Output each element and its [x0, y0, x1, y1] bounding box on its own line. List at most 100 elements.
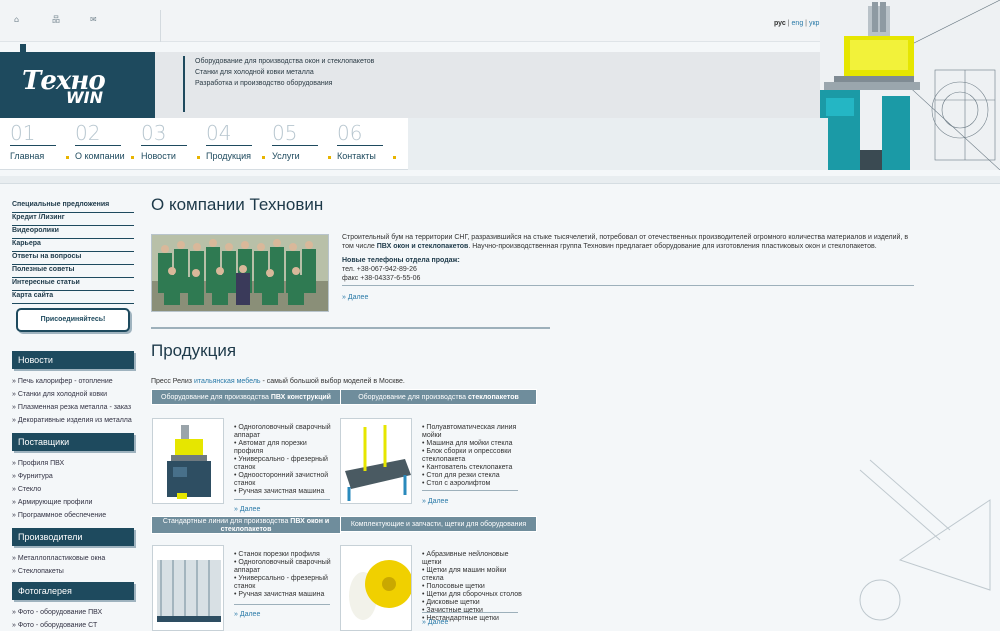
product-link[interactable]: Универсально - фрезерный станок — [234, 456, 334, 472]
product-link[interactable]: Одноосторонний зачистной станок — [234, 472, 334, 488]
sidebar-item-video[interactable]: Видеоролики — [12, 226, 134, 239]
product-link[interactable]: Стол для резки стекла — [422, 472, 522, 480]
lang-en[interactable]: eng — [792, 20, 804, 27]
more-link[interactable]: » Далее — [234, 611, 260, 618]
product-image-welder[interactable] — [152, 418, 224, 504]
category-text: Оборудование для производства — [358, 394, 469, 401]
product-image-brushes[interactable] — [340, 545, 412, 631]
products-title: Продукция — [151, 341, 237, 360]
welder-graphic — [167, 425, 211, 499]
product-link[interactable]: Полосовые щетки — [422, 583, 522, 591]
about-title: О компании Техновин — [151, 195, 324, 214]
nav-home[interactable]: 01 Главная — [10, 122, 70, 161]
nav-number: 06 — [337, 121, 363, 145]
press-link[interactable]: итальянская мебель — [194, 378, 261, 385]
sidebar-item-offers[interactable]: Специальные предложения — [12, 200, 134, 213]
category-text: Комплектующие и запчасти, щетки для обор… — [350, 521, 527, 528]
press-text: - самый большой выбор моделей в Москве. — [260, 378, 405, 385]
sidebar-item-tips[interactable]: Полезные советы — [12, 265, 134, 278]
news-link[interactable]: » Станки для холодной ковки — [12, 388, 134, 401]
category-pvc-header[interactable]: Оборудование для производства ПВХ констр… — [151, 389, 341, 405]
category-text: Оборудование для производства — [161, 394, 271, 401]
product-link[interactable]: Стол с аэролифтом — [422, 480, 522, 488]
press-text: Пресс Релиз — [151, 378, 194, 385]
nav-label: Контакты — [337, 151, 376, 161]
lang-ru[interactable]: рус — [774, 20, 786, 27]
product-link[interactable]: Ручная зачистная машина — [234, 488, 334, 496]
sidebar-item-career[interactable]: Карьера — [12, 239, 134, 252]
more-link[interactable]: » Далее — [422, 498, 448, 505]
suppliers-heading: Поставщики — [12, 433, 134, 451]
product-link[interactable]: Абразивные нейлоновые щетки — [422, 551, 522, 567]
header-divider — [0, 176, 1000, 184]
suppliers-list: » Профиля ПВХ » Фурнитура » Стекло » Арм… — [12, 457, 134, 522]
producer-link[interactable]: » Стеклопакеты — [12, 565, 134, 578]
nav-underline — [141, 145, 187, 146]
lang-ua[interactable]: укр — [809, 20, 819, 27]
gallery-link[interactable]: » Фото - оборудование ПВХ — [12, 606, 134, 619]
divider — [422, 490, 518, 491]
sidebar-item-credit[interactable]: Кредит /Лизинг — [12, 213, 134, 226]
gallery-link[interactable]: » Фото - оборудование СТ — [12, 619, 134, 631]
product-link[interactable]: Блок сборки и опрессовки стеклопакета — [422, 448, 522, 464]
product-link[interactable]: Зачистные щетки — [422, 607, 522, 615]
phone: тел. +38-067-942-89-26 — [342, 266, 417, 273]
supplier-link[interactable]: » Программное обеспечение — [12, 509, 134, 522]
drafting-tools-graphic — [859, 459, 991, 621]
nav-about[interactable]: 02 О компании — [75, 122, 135, 161]
product-link[interactable]: Щетки для сборочных столов — [422, 591, 522, 599]
product-link[interactable]: Одноголовочный сварочный аппарат — [234, 559, 334, 575]
category-glass-header[interactable]: Оборудование для производства стеклопаке… — [340, 389, 537, 405]
category-lines-header[interactable]: Стандартные линии для производства ПВХ о… — [151, 516, 341, 534]
supplier-link[interactable]: » Стекло — [12, 483, 134, 496]
product-link[interactable]: Станок порезки профиля — [234, 551, 334, 559]
product-link[interactable]: Дисковые щетки — [422, 599, 522, 607]
logo-mark — [20, 44, 26, 52]
team-photo-graphic — [152, 235, 328, 311]
nav-underline — [272, 145, 318, 146]
product-image-glass-table[interactable] — [340, 418, 412, 504]
product-link[interactable]: Автомат для порезки профиля — [234, 440, 334, 456]
news-link[interactable]: » Плазменная резка металла - заказ — [12, 401, 134, 414]
sidebar-item-faq[interactable]: Ответы на вопросы — [12, 252, 134, 265]
nav-services[interactable]: 05 Услуги — [272, 122, 332, 161]
nav-dot — [393, 156, 396, 159]
product-link[interactable]: Универсально - фрезерный станок — [234, 575, 334, 591]
home-icon[interactable]: ⌂ — [14, 16, 24, 24]
category-text: Стандартные линии для производства — [162, 518, 291, 525]
team-photo — [151, 234, 329, 312]
news-heading: Новости — [12, 351, 134, 369]
product-image-line[interactable] — [152, 545, 224, 631]
category-parts-header[interactable]: Комплектующие и запчасти, щетки для обор… — [340, 516, 537, 532]
sidebar-item-sitemap[interactable]: Карта сайта — [12, 291, 134, 304]
supplier-link[interactable]: » Фурнитура — [12, 470, 134, 483]
supplier-link[interactable]: » Профиля ПВХ — [12, 457, 134, 470]
nav-number: 04 — [206, 121, 232, 145]
product-link[interactable]: Ручная зачистная машина — [234, 591, 334, 599]
about-more-link[interactable]: » Далее — [342, 294, 368, 301]
lang-sep: | — [805, 20, 807, 27]
nav-label: Главная — [10, 151, 45, 161]
product-link[interactable]: Кантователь стеклопакета — [422, 464, 522, 472]
news-link[interactable]: » Декоративные изделия из металла — [12, 414, 134, 427]
more-link[interactable]: » Далее — [234, 506, 260, 513]
supplier-link[interactable]: » Армирующие профили — [12, 496, 134, 509]
nav-news[interactable]: 03 Новости — [141, 122, 201, 161]
join-button[interactable]: Присоединяйтесь! — [16, 308, 130, 332]
product-link[interactable]: Одноголовочный сварочный аппарат — [234, 424, 334, 440]
product-link[interactable]: Полуавтоматическая линия мойки — [422, 424, 522, 440]
category-bold: стеклопакетов — [468, 394, 519, 401]
product-link[interactable]: Машина для мойки стекла — [422, 440, 522, 448]
product-link[interactable]: Щетки для машин мойки стекла — [422, 567, 522, 583]
gallery-list: » Фото - оборудование ПВХ » Фото - обору… — [12, 606, 134, 631]
producer-link[interactable]: » Металлопластиковые окна — [12, 552, 134, 565]
line-graphic — [157, 560, 221, 622]
more-link[interactable]: » Далее — [422, 619, 448, 626]
nav-products[interactable]: 04 Продукция — [206, 122, 266, 161]
logo[interactable]: Техно WIN — [0, 52, 155, 118]
news-link[interactable]: » Печь калорифер - отопление — [12, 375, 134, 388]
mail-icon[interactable]: ✉ — [90, 16, 100, 24]
nav-contacts[interactable]: 06 Контакты — [337, 122, 397, 161]
sitemap-icon[interactable]: 品 — [52, 16, 62, 24]
sidebar-item-articles[interactable]: Интересные статьи — [12, 278, 134, 291]
